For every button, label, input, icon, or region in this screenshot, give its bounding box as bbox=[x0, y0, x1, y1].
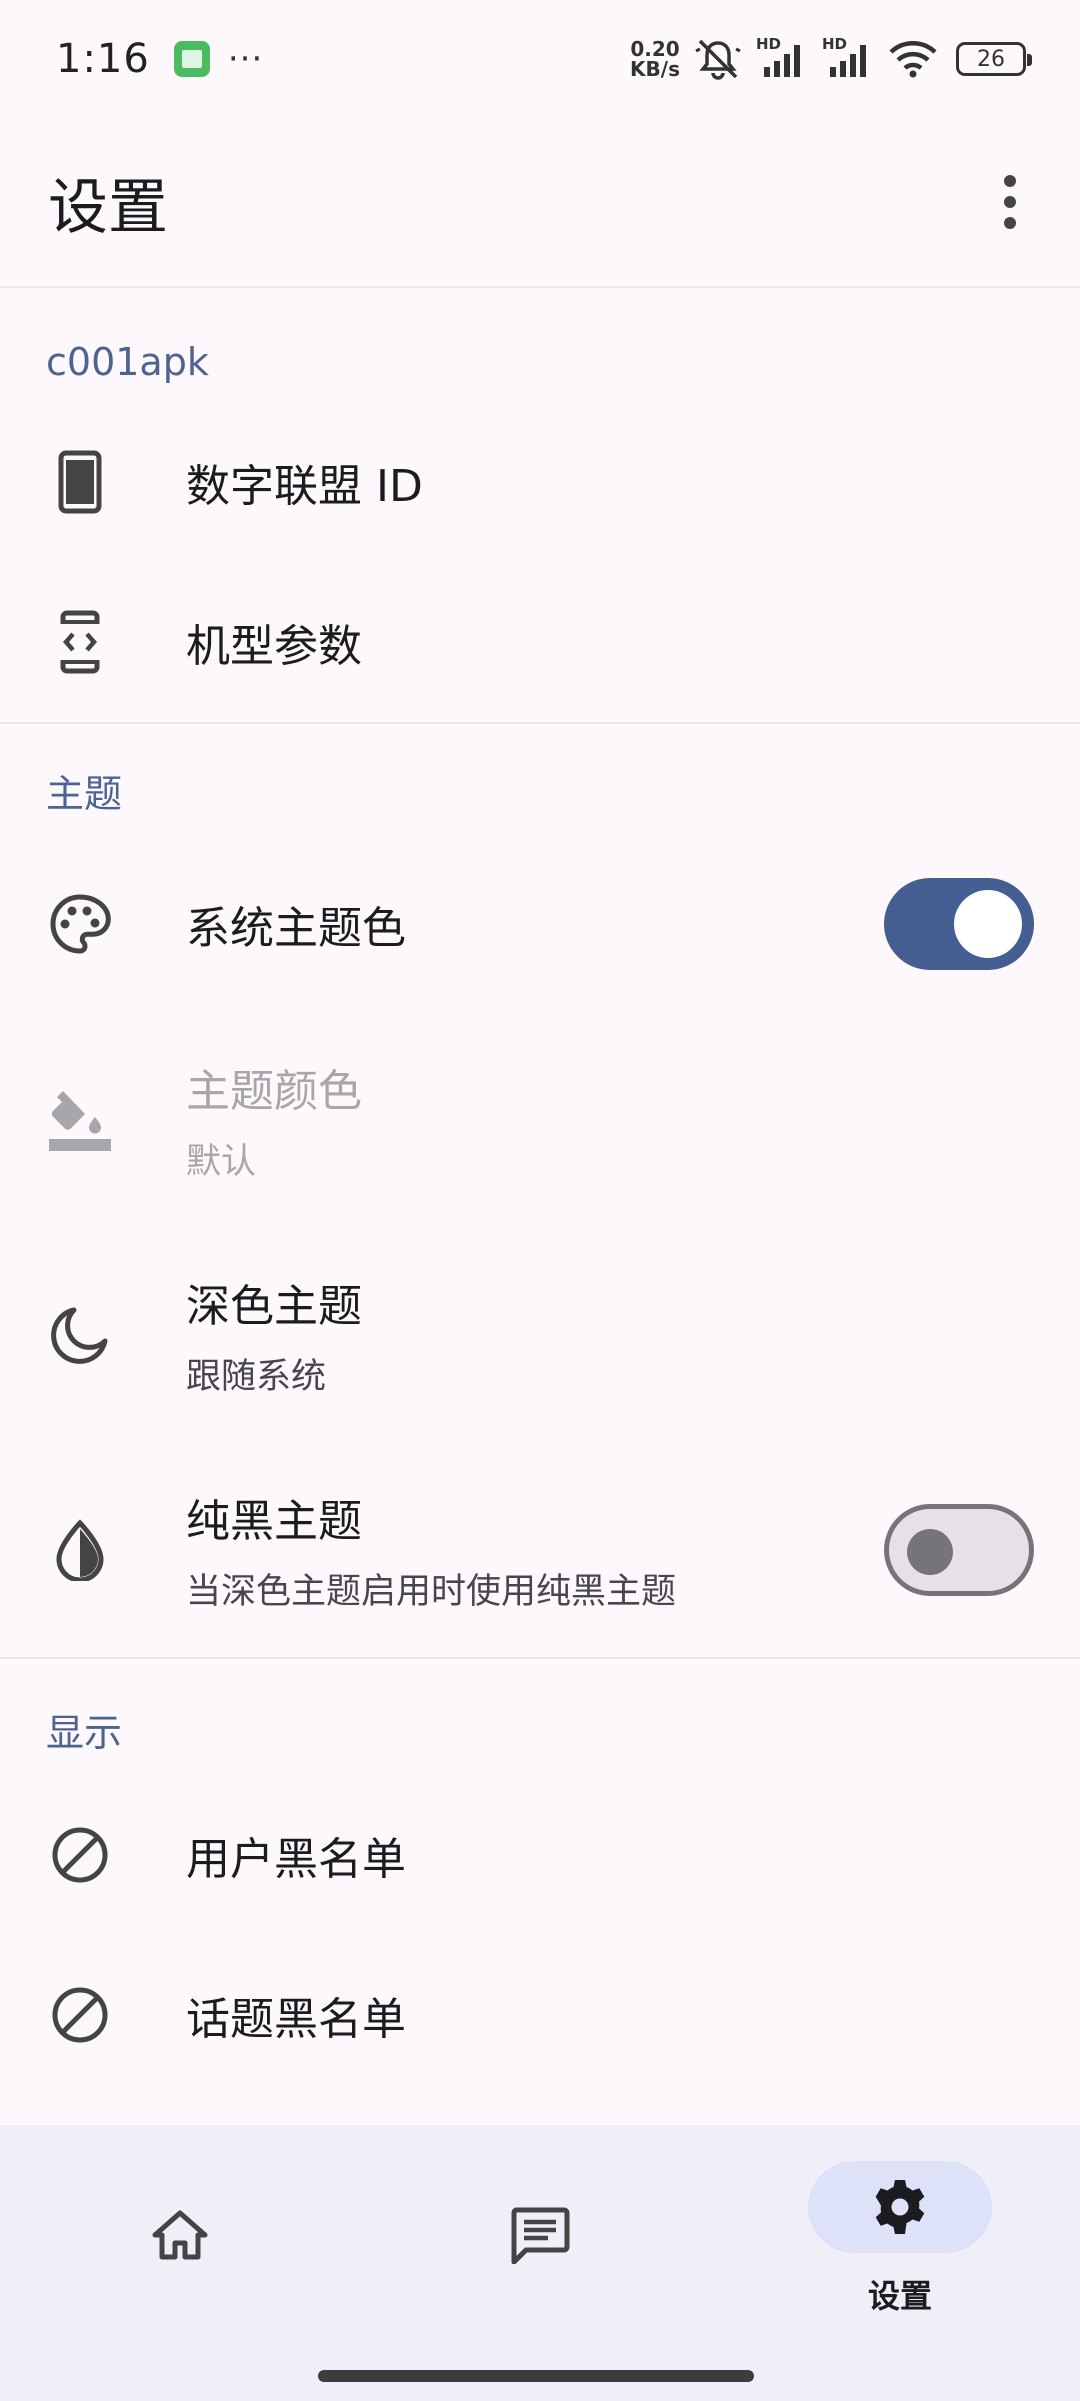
pref-system-theme-color[interactable]: 系统主题色 bbox=[0, 836, 1080, 1012]
block-icon bbox=[46, 1981, 114, 2049]
network-speed-value: 0.20 bbox=[630, 37, 680, 61]
network-speed-unit: KB/s bbox=[630, 57, 680, 81]
moon-icon bbox=[46, 1301, 114, 1369]
pref-device-params[interactable]: 机型参数 bbox=[0, 562, 1080, 722]
switch-thumb bbox=[954, 890, 1022, 958]
pref-dark-theme-summary: 跟随系统 bbox=[186, 1357, 327, 1397]
pref-topic-blacklist-title: 话题黑名单 bbox=[186, 1994, 406, 2045]
nav-settings-pill bbox=[808, 2161, 992, 2253]
section-header-display: 显示 bbox=[46, 1711, 123, 1755]
pref-digital-id[interactable]: 数字联盟 ID bbox=[0, 402, 1080, 562]
pref-system-theme-color-title: 系统主题色 bbox=[186, 903, 406, 954]
nav-messages[interactable] bbox=[360, 2161, 720, 2331]
home-icon bbox=[152, 2210, 208, 2260]
more-vert-icon-dot bbox=[1004, 175, 1016, 187]
signal-icon-1: HD bbox=[756, 35, 808, 81]
mute-bell-icon bbox=[695, 39, 741, 80]
pref-dark-theme[interactable]: 深色主题 跟随系统 bbox=[0, 1227, 1080, 1442]
pref-black-theme-title: 纯黑主题 bbox=[186, 1496, 362, 1547]
gesture-handle[interactable] bbox=[318, 2370, 754, 2382]
pref-topic-blacklist[interactable]: 话题黑名单 bbox=[0, 1935, 1080, 2095]
status-time: 1:16 bbox=[56, 36, 150, 82]
more-vert-icon-dot bbox=[1004, 196, 1016, 208]
signal-icon-2: HD bbox=[822, 35, 874, 81]
black-theme-switch[interactable] bbox=[884, 1503, 1034, 1596]
pref-theme-color-summary: 默认 bbox=[186, 1142, 257, 1182]
pref-theme-color-title: 主题颜色 bbox=[186, 1066, 362, 1117]
pref-digital-id-title: 数字联盟 ID bbox=[186, 461, 423, 512]
status-bar: 1:16 ··· 0.20 KB/s HD HD 26 bbox=[0, 0, 1080, 118]
nav-settings[interactable]: 设置 bbox=[720, 2161, 1080, 2331]
settings-gear-icon bbox=[875, 2180, 925, 2234]
pref-black-theme[interactable]: 纯黑主题 当深色主题启用时使用纯黑主题 bbox=[0, 1442, 1080, 1657]
section-display: 显示 用户黑名单 话题黑名单 bbox=[0, 1659, 1080, 2095]
pref-user-blacklist[interactable]: 用户黑名单 bbox=[0, 1775, 1080, 1935]
top-app-bar: 设置 bbox=[0, 118, 1080, 288]
nav-messages-pill bbox=[448, 2189, 632, 2281]
nav-settings-label: 设置 bbox=[867, 2277, 932, 2315]
bottom-navigation: 设置 bbox=[0, 2125, 1080, 2401]
battery-indicator: 26 bbox=[956, 42, 1032, 76]
pref-device-params-title: 机型参数 bbox=[186, 621, 362, 672]
format-color-fill-icon bbox=[46, 1086, 114, 1154]
block-icon bbox=[46, 1821, 114, 1889]
network-speed: 0.20 KB/s bbox=[630, 39, 680, 79]
chat-icon bbox=[511, 2207, 570, 2264]
phone-icon bbox=[46, 448, 114, 516]
palette-icon bbox=[46, 890, 114, 958]
section-header-theme: 主题 bbox=[46, 772, 123, 816]
section-header-c001apk: c001apk bbox=[46, 340, 209, 384]
contrast-drop-icon bbox=[46, 1516, 114, 1584]
system-theme-color-switch[interactable] bbox=[884, 878, 1034, 970]
section-c001apk: c001apk 数字联盟 ID 机型参数 bbox=[0, 290, 1080, 724]
pref-theme-color[interactable]: 主题颜色 默认 bbox=[0, 1012, 1080, 1227]
nav-home[interactable] bbox=[0, 2161, 360, 2331]
wifi-icon bbox=[889, 41, 937, 78]
settings-list[interactable]: c001apk 数字联盟 ID 机型参数 主题 系统主题色 主题颜色 默认 深色… bbox=[0, 290, 1080, 2125]
battery-level: 26 bbox=[977, 46, 1005, 72]
page-title: 设置 bbox=[48, 172, 168, 243]
status-more-notifications: ··· bbox=[227, 39, 264, 79]
more-options-button[interactable] bbox=[980, 172, 1040, 232]
pref-dark-theme-title: 深色主题 bbox=[186, 1281, 362, 1332]
section-theme: 主题 系统主题色 主题颜色 默认 深色主题 跟随系统 纯黑主题 当深色主题启用时… bbox=[0, 724, 1080, 1659]
pref-user-blacklist-title: 用户黑名单 bbox=[186, 1834, 406, 1885]
gallery-notification-icon bbox=[173, 41, 210, 77]
switch-thumb bbox=[907, 1528, 953, 1575]
nav-home-pill bbox=[88, 2189, 272, 2281]
pref-black-theme-summary: 当深色主题启用时使用纯黑主题 bbox=[186, 1572, 677, 1612]
device-code-icon bbox=[46, 608, 114, 676]
more-vert-icon-dot bbox=[1004, 217, 1016, 229]
